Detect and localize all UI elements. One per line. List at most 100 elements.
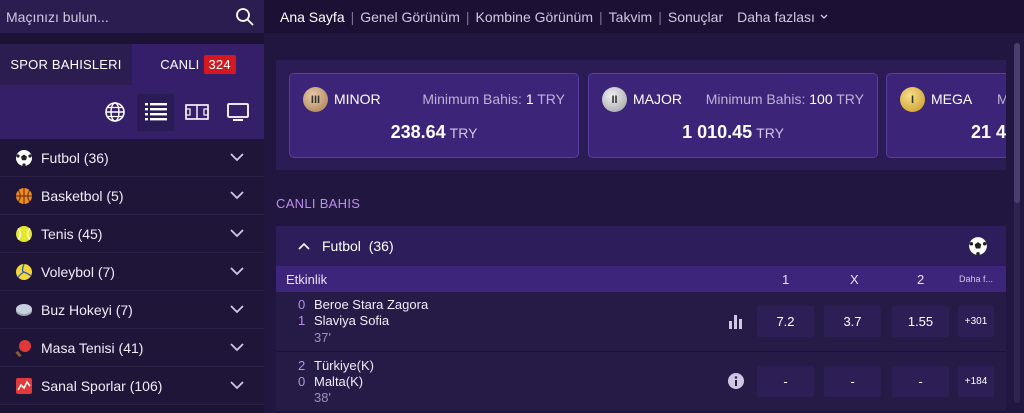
volleyball-icon xyxy=(14,262,33,281)
tab-sport-bets-label: SPOR BAHISLERI xyxy=(10,57,122,72)
jackpot-min-bet: Minimum Bahis: 1 TRY xyxy=(422,91,565,107)
nav-more-dropdown[interactable]: Daha fazlası xyxy=(737,9,828,25)
nav-separator: | xyxy=(465,8,470,25)
nav-separator: | xyxy=(658,8,662,25)
odd-1-button[interactable]: 7.2 xyxy=(757,306,814,337)
list-view-button[interactable] xyxy=(137,93,174,131)
sport-label: Sanal Sporlar (106) xyxy=(41,377,163,394)
field-view-button[interactable] xyxy=(178,94,215,131)
live-count-badge: 324 xyxy=(203,55,236,74)
chevron-down-icon xyxy=(230,343,244,352)
jackpot-coin-icon: I xyxy=(900,87,925,112)
virtual-sports-icon xyxy=(14,376,33,395)
jackpot-amount: 21 4 xyxy=(971,122,1006,142)
jackpot-amount: 238.64 TRY xyxy=(390,122,478,142)
more-markets-button[interactable]: +301 xyxy=(958,306,994,337)
column-event: Etkinlik xyxy=(286,271,328,287)
more-markets-button[interactable]: +184 xyxy=(958,366,994,397)
scrollbar[interactable] xyxy=(1014,43,1020,403)
live-football-section: Futbol (36) Etkinlik 1 X 2 Daha f... 0 B… xyxy=(276,226,1006,413)
chevron-down-icon xyxy=(230,229,244,238)
column-more: Daha f... xyxy=(959,274,994,284)
field-icon xyxy=(184,104,209,120)
jackpot-strip: III MINOR Minimum Bahis: 1 TRY 238.64 TRY… xyxy=(276,60,1006,170)
sport-item-virtual-sports[interactable]: Sanal Sporlar (106) xyxy=(0,367,264,405)
tab-live-label: CANLI xyxy=(160,57,200,72)
nav-overview[interactable]: Genel Görünüm xyxy=(360,9,460,25)
sport-label: Masa Tenisi (41) xyxy=(41,339,144,356)
tab-live[interactable]: CANLI 324 xyxy=(132,44,264,85)
sport-item-football[interactable]: Futbol (36) xyxy=(0,139,264,177)
match-minute: 38' xyxy=(314,390,331,405)
odds-column-header: Etkinlik 1 X 2 Daha f... xyxy=(276,266,1006,292)
nav-separator: | xyxy=(599,8,603,25)
tv-view-button[interactable] xyxy=(219,94,256,131)
sport-item-table-tennis[interactable]: Masa Tenisi (41) xyxy=(0,329,264,367)
chevron-down-icon xyxy=(230,381,244,390)
sport-item-ice-hockey[interactable]: Buz Hokeyi (7) xyxy=(0,291,264,329)
sport-label: Tenis (45) xyxy=(41,225,103,242)
chevron-up-icon[interactable] xyxy=(298,242,310,250)
main-content: III MINOR Minimum Bahis: 1 TRY 238.64 TRY… xyxy=(264,33,1024,413)
search-input[interactable] xyxy=(6,8,216,25)
jackpot-card-mega[interactable]: I MEGA M 21 4 xyxy=(886,73,1006,158)
basketball-icon xyxy=(14,186,33,205)
jackpot-min-bet: Minimum Bahis: 100 TRY xyxy=(705,91,864,107)
jackpot-name: MINOR xyxy=(334,91,381,107)
tab-sport-bets[interactable]: SPOR BAHISLERI xyxy=(0,44,132,85)
odd-2-button[interactable]: - xyxy=(892,366,949,397)
sport-item-volleyball[interactable]: Voleybol (7) xyxy=(0,253,264,291)
sport-tabs: SPOR BAHISLERI CANLI 324 xyxy=(0,44,264,85)
stats-icon[interactable] xyxy=(728,313,744,334)
sport-label: Futbol (36) xyxy=(41,149,109,166)
odd-2-button[interactable]: 1.55 xyxy=(892,306,949,337)
chevron-down-icon xyxy=(230,191,244,200)
home-team: Türkiye(K) xyxy=(314,358,374,373)
jackpot-coin-icon: III xyxy=(303,87,328,112)
column-x: X xyxy=(850,272,859,287)
sport-list: Futbol (36) Basketbol (5) Tenis (45) Vol… xyxy=(0,139,264,405)
table-tennis-icon xyxy=(14,338,33,357)
scrollbar-thumb[interactable] xyxy=(1014,43,1020,203)
jackpot-name: MEGA xyxy=(931,91,973,107)
nav-combined-view[interactable]: Kombine Görünüm xyxy=(476,9,594,25)
view-toggle-bar xyxy=(0,85,264,139)
chevron-down-icon xyxy=(230,267,244,276)
search-icon[interactable] xyxy=(234,6,256,28)
jackpot-min-bet: M xyxy=(997,91,1006,107)
sport-item-basketball[interactable]: Basketbol (5) xyxy=(0,177,264,215)
globe-view-button[interactable] xyxy=(96,94,133,131)
odd-x-button[interactable]: 3.7 xyxy=(824,306,881,337)
home-score: 0 xyxy=(298,297,306,312)
event-row[interactable]: 2 Türkiye(K) 0 Malta(K) 38' - - - +184 xyxy=(276,352,1006,412)
jackpot-name: MAJOR xyxy=(633,91,682,107)
nav-separator: | xyxy=(350,8,355,25)
nav-results[interactable]: Sonuçlar xyxy=(668,9,723,25)
jackpot-card-minor[interactable]: III MINOR Minimum Bahis: 1 TRY 238.64 TRY xyxy=(289,73,579,158)
jackpot-amount: 1 010.45 TRY xyxy=(682,122,784,142)
sport-label: Basketbol (5) xyxy=(41,187,124,204)
chevron-down-icon xyxy=(230,305,244,314)
tennis-icon xyxy=(14,224,33,243)
odd-x-button[interactable]: - xyxy=(824,366,881,397)
nav-home[interactable]: Ana Sayfa xyxy=(280,9,345,25)
sport-item-tennis[interactable]: Tenis (45) xyxy=(0,215,264,253)
odd-1-button[interactable]: - xyxy=(757,366,814,397)
section-title: Futbol (36) xyxy=(322,238,394,254)
top-nav: Ana Sayfa | Genel Görünüm | Kombine Görü… xyxy=(264,0,1024,33)
away-team: Malta(K) xyxy=(314,374,364,389)
list-icon xyxy=(144,103,167,121)
tv-icon xyxy=(226,103,249,121)
event-row[interactable]: 0 Beroe Stara Zagora 1 Slaviya Sofia 37'… xyxy=(276,292,1006,352)
info-icon[interactable] xyxy=(728,373,744,394)
globe-icon xyxy=(104,102,125,122)
away-score: 1 xyxy=(298,313,306,328)
section-header[interactable]: Futbol (36) xyxy=(276,226,1006,266)
jackpot-card-major[interactable]: II MAJOR Minimum Bahis: 100 TRY 1 010.45… xyxy=(588,73,878,158)
sport-label: Voleybol (7) xyxy=(41,263,115,280)
away-score: 0 xyxy=(298,374,306,389)
away-team: Slaviya Sofia xyxy=(314,313,390,328)
nav-calendar[interactable]: Takvim xyxy=(609,9,653,25)
home-team: Beroe Stara Zagora xyxy=(314,297,429,312)
sport-label: Buz Hokeyi (7) xyxy=(41,301,133,318)
